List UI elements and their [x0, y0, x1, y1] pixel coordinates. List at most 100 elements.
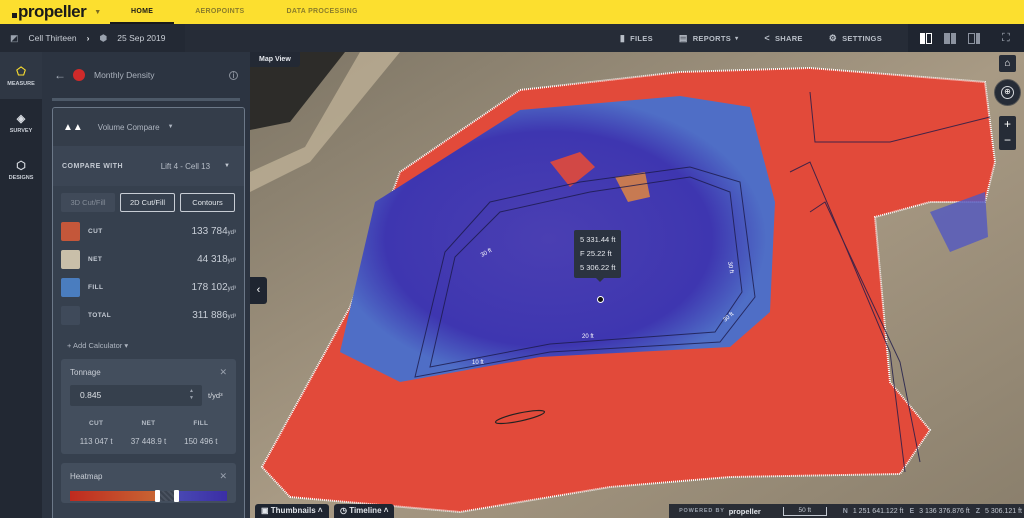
legend-value: 178 102yd³: [192, 282, 237, 293]
scale-bar: 50 ft: [782, 506, 827, 516]
elevation-tooltip: 5 331.44 ft F 25.22 ft 5 306.22 ft: [574, 230, 622, 282]
tooltip-elevation: 5 331.44 ft: [580, 235, 616, 244]
heatmap-cut-range: [70, 491, 157, 501]
value-number: 178 102: [191, 281, 228, 293]
timeline-tab[interactable]: ◷ Timeline ˄: [334, 504, 395, 518]
reports-button[interactable]: ▤ REPORTS ▾: [679, 33, 738, 44]
density-input[interactable]: 0.845 ▲ ▼: [70, 385, 202, 406]
heatmap-fill-range: [176, 491, 227, 501]
heatmap-low-handle[interactable]: [155, 490, 160, 502]
fullscreen-icon[interactable]: ⛶: [1002, 32, 1014, 44]
total-swatch: [61, 305, 80, 325]
rail-item-designs[interactable]: ⬡ DESIGNS: [0, 146, 42, 193]
measure-panel: ← Monthly Density i ▲▲ Volume Compare ▼ …: [42, 52, 250, 518]
back-arrow-icon[interactable]: ←: [54, 68, 66, 82]
clock-icon: ◷: [340, 506, 350, 515]
zoom-out-button[interactable]: −: [999, 132, 1016, 148]
density-value: 0.845: [80, 390, 102, 400]
chevron-down-icon[interactable]: ▼: [224, 163, 230, 169]
layout-split-button[interactable]: [944, 32, 956, 44]
value-unit: yd³: [227, 313, 236, 320]
files-button[interactable]: ▮ FILES: [620, 33, 653, 44]
easting-value: 3 136 376.876 ft: [919, 507, 970, 515]
site-map: 30 ft 20 ft 10 ft 30 ft 30 ft: [250, 52, 1024, 518]
add-calculator-button[interactable]: + Add Calculator ▾: [53, 329, 244, 350]
close-icon[interactable]: ✕: [219, 471, 227, 482]
zoom-control: + −: [999, 116, 1016, 150]
powered-by-brand: propeller: [728, 506, 761, 516]
collapse-panel-button[interactable]: ‹: [250, 277, 267, 304]
site-icon: ◩: [10, 32, 19, 43]
value-number: 44 318: [197, 253, 228, 265]
rail-label: MEASURE: [7, 80, 35, 87]
measurement-color-dot[interactable]: [73, 69, 85, 81]
value-unit: yd³: [227, 229, 236, 236]
mode-2d-cut-fill-button[interactable]: 2D Cut/Fill: [120, 193, 175, 212]
legend-value: 133 784yd³: [192, 226, 237, 237]
brand-menu-caret-icon[interactable]: ▼: [94, 9, 101, 16]
home-icon[interactable]: ⌂: [999, 55, 1016, 72]
reports-label: REPORTS: [692, 33, 732, 43]
breadcrumb-site[interactable]: Cell Thirteen: [29, 33, 77, 43]
thumbnails-label: Thumbnails: [270, 506, 316, 515]
top-nav-bar: propeller ▼ HOME AEROPOINTS DATA PROCESS…: [0, 0, 1024, 24]
tooltip-fill-depth: F 25.22 ft: [580, 249, 612, 258]
tab-home[interactable]: HOME: [110, 0, 175, 24]
mode-3d-cut-fill-button[interactable]: 3D Cut/Fill: [61, 193, 115, 212]
easting-label: E: [909, 507, 915, 515]
tool-selector[interactable]: ▲▲ Volume Compare ▼: [53, 108, 244, 146]
rail-item-survey[interactable]: ◈ SURVEY: [0, 99, 42, 146]
tonnage-results: CUT 113 047 t NET 37 448.9 t FILL 150 496 t: [70, 406, 227, 454]
tab-aeropoints[interactable]: AEROPOINTS: [174, 0, 265, 24]
cut-swatch: [61, 221, 80, 241]
legend-label: CUT: [88, 227, 103, 235]
heatmap-high-handle[interactable]: [174, 490, 179, 502]
volume-card: ▲▲ Volume Compare ▼ COMPARE WITH Lift 4 …: [52, 107, 245, 518]
toolbar-actions: ▮ FILES ▤ REPORTS ▾ < SHARE ⚙ SETTINGS ⛶: [620, 24, 1024, 52]
contour-label: 10 ft: [472, 360, 484, 366]
value-number: 133 784: [191, 225, 228, 237]
powered-by-label: POWERED BY: [679, 508, 725, 514]
elevation-label: Z: [975, 507, 981, 515]
coordinate-status-bar: POWERED BY propeller 50 ft N 1 251 641.12…: [669, 504, 1024, 518]
rail-label: DESIGNS: [8, 174, 34, 181]
compare-with-select[interactable]: Lift 4 - Cell 13: [161, 162, 210, 171]
breadcrumb-date[interactable]: 25 Sep 2019: [117, 33, 165, 43]
layout-left-panel-button[interactable]: [920, 32, 932, 44]
col-value: 37 448.9 t: [130, 437, 167, 446]
tonnage-fill: FILL 150 496 t: [175, 420, 227, 446]
zoom-in-button[interactable]: +: [999, 116, 1016, 132]
panel-divider: [52, 98, 240, 101]
brand-name: propeller: [18, 2, 87, 21]
tab-data-processing[interactable]: DATA PROCESSING: [266, 0, 379, 24]
cube-icon: ⬡: [16, 159, 26, 172]
info-icon[interactable]: i: [229, 70, 238, 80]
share-label: SHARE: [774, 33, 803, 43]
chevron-down-icon: ▼: [167, 124, 174, 130]
top-tabs: HOME AEROPOINTS DATA PROCESSING: [110, 0, 379, 24]
tonnage-title: Tonnage: [70, 367, 101, 377]
legend-row-cut: CUT 133 784yd³: [53, 217, 244, 245]
settings-button[interactable]: ⚙ SETTINGS: [829, 33, 882, 44]
rail-item-measure[interactable]: ⬠ MEASURE: [0, 52, 42, 99]
close-icon[interactable]: ✕: [219, 367, 227, 378]
pentagon-icon: ⬠: [16, 65, 26, 78]
heatmap-calculator: Heatmap ✕: [61, 463, 236, 503]
file-icon: ▮: [619, 32, 626, 43]
measure-point-marker[interactable]: [597, 296, 604, 303]
tool-name: Volume Compare: [97, 122, 160, 132]
layout-toggle-group: ⛶: [908, 24, 1024, 52]
mode-contours-button[interactable]: Contours: [180, 193, 235, 212]
compass-control[interactable]: ⊕: [994, 79, 1021, 106]
tonnage-calculator: Tonnage ✕ 0.845 ▲ ▼ t/yd³ CUT 113 047 t NE…: [61, 359, 236, 454]
map-viewport[interactable]: 30 ft 20 ft 10 ft 30 ft 30 ft Map View ‹…: [250, 52, 1024, 518]
brand-logo[interactable]: propeller ▼: [12, 2, 110, 22]
measurement-title[interactable]: Monthly Density: [94, 70, 154, 80]
timeline-label: Timeline: [349, 506, 382, 515]
legend-row-fill: FILL 178 102yd³: [53, 273, 244, 301]
value-number: 311 886: [192, 309, 228, 321]
stepper-icon[interactable]: ▲ ▼: [189, 388, 194, 402]
layout-right-panel-button[interactable]: [968, 32, 980, 44]
share-button[interactable]: < SHARE: [764, 33, 802, 43]
thumbnails-tab[interactable]: ▣ Thumbnails ˄: [255, 504, 329, 518]
